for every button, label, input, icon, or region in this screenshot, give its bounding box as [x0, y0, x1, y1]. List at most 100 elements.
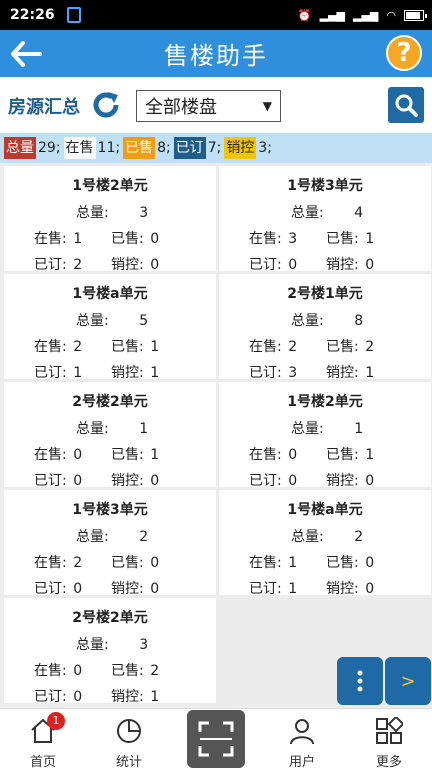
total-label: 总量:	[76, 313, 109, 329]
sold-value: 1	[150, 447, 160, 463]
unit-card[interactable]: 1号楼a单元 总量: 5 在售: 2 已售: 1 已订: 1 销控: 1	[4, 274, 216, 381]
control-label: 销控:	[326, 473, 359, 489]
booked-label: 已订:	[249, 581, 282, 597]
onsale-label: 在售:	[34, 339, 67, 355]
sold-value: 0	[150, 555, 160, 571]
onsale-value: 0	[288, 447, 298, 463]
tab-stats[interactable]: 统计	[99, 709, 159, 768]
total-label: 总量:	[76, 637, 109, 653]
onsale-value: 2	[73, 555, 83, 571]
unit-card[interactable]: 1号楼3单元 总量: 2 在售: 2 已售: 0 已订: 0 销控: 0	[4, 490, 216, 597]
search-icon[interactable]	[388, 87, 424, 123]
sold-value: 0	[150, 231, 160, 247]
sold-value: 2	[365, 339, 375, 355]
booked-value: 0	[73, 473, 83, 489]
total-label: 总量:	[291, 529, 324, 545]
app-bar: 售楼助手 ?	[0, 30, 432, 77]
booked-value: 0	[288, 257, 298, 273]
tab-home[interactable]: 首页 1	[13, 709, 73, 768]
booked-value: 3	[288, 365, 298, 381]
onsale-value: 1	[288, 555, 298, 571]
booked-value: 0	[73, 689, 83, 705]
control-label: 销控:	[111, 473, 144, 489]
user-icon	[290, 719, 314, 745]
notification-badge: 1	[47, 712, 65, 730]
refresh-icon[interactable]	[90, 89, 122, 121]
onsale-value: 2	[73, 339, 83, 355]
filter-bar: 房源汇总 全部楼盘 ▼	[0, 77, 432, 133]
onsale-value: 0	[73, 447, 83, 463]
unit-name: 1号楼2单元	[72, 178, 148, 194]
sold-value: 0	[365, 555, 375, 571]
onsale-value: 0	[73, 663, 83, 679]
control-tag: 销控	[224, 137, 257, 159]
unit-card[interactable]: 2号楼1单元 总量: 8 在售: 2 已售: 2 已订: 3 销控: 1	[219, 274, 431, 381]
page-title: 售楼助手	[164, 42, 268, 70]
status-bar: 22:26 ⏰ ▂▄▆ ▂▄▆ ◠	[0, 0, 432, 30]
sold-count: 8;	[157, 140, 171, 156]
sold-label: 已售:	[111, 555, 144, 571]
total-value: 5	[139, 313, 149, 329]
booked-label: 已订:	[249, 473, 282, 489]
sold-value: 1	[150, 339, 160, 355]
sold-label: 已售:	[326, 231, 359, 247]
help-icon[interactable]: ?	[386, 35, 422, 71]
control-label: 销控:	[111, 581, 144, 597]
unit-name: 1号楼2单元	[287, 394, 363, 410]
booked-value: 2	[73, 257, 83, 273]
control-value: 0	[365, 581, 375, 597]
control-label: 销控:	[111, 257, 144, 273]
building-select[interactable]: 全部楼盘 ▼	[136, 90, 281, 122]
control-value: 1	[150, 365, 160, 381]
scan-icon	[198, 721, 234, 757]
signal-icon-2: ▂▄▆	[353, 8, 379, 22]
booked-label: 已订:	[249, 257, 282, 273]
booked-value: 1	[288, 581, 298, 597]
tab-user[interactable]: 用户	[272, 709, 332, 768]
scan-button[interactable]	[187, 710, 245, 768]
onsale-label: 在售:	[34, 447, 67, 463]
sold-label: 已售:	[326, 339, 359, 355]
onsale-tag: 在售	[63, 137, 96, 159]
total-label: 总量:	[291, 205, 324, 221]
total-count: 29;	[38, 140, 61, 156]
onsale-label: 在售:	[34, 231, 67, 247]
booked-label: 已订:	[34, 581, 67, 597]
control-value: 1	[365, 365, 375, 381]
next-button[interactable]: >	[385, 657, 431, 705]
total-value: 8	[354, 313, 364, 329]
back-arrow-icon[interactable]	[6, 34, 46, 74]
total-label: 总量:	[291, 313, 324, 329]
onsale-label: 在售:	[34, 555, 67, 571]
building-select-value: 全部楼盘	[145, 97, 217, 118]
caret-down-icon: ▼	[262, 99, 272, 113]
booked-value: 1	[73, 365, 83, 381]
unit-card[interactable]: 1号楼2单元 总量: 1 在售: 0 已售: 1 已订: 0 销控: 0	[219, 382, 431, 489]
unit-card[interactable]: 2号楼2单元 总量: 1 在售: 0 已售: 1 已订: 0 销控: 0	[4, 382, 216, 489]
total-label: 总量:	[76, 421, 109, 437]
total-tag: 总量	[4, 137, 36, 159]
sold-label: 已售:	[111, 339, 144, 355]
tab-more[interactable]: 更多	[359, 709, 419, 768]
control-value: 0	[150, 473, 160, 489]
more-vertical-button[interactable]	[337, 657, 383, 705]
more-vertical-icon	[357, 670, 363, 692]
unit-name: 1号楼a单元	[72, 286, 148, 302]
control-label: 销控:	[111, 689, 144, 705]
control-count: 3;	[258, 140, 272, 156]
unit-card[interactable]: 1号楼3单元 总量: 4 在售: 3 已售: 1 已订: 0 销控: 0	[219, 166, 431, 273]
unit-card[interactable]: 2号楼2单元 总量: 3 在售: 0 已售: 2 已订: 0 销控: 1	[4, 598, 216, 705]
onsale-label: 在售:	[249, 555, 282, 571]
unit-card[interactable]: 1号楼a单元 总量: 2 在售: 1 已售: 0 已订: 1 销控: 0	[219, 490, 431, 597]
summary-label: 房源汇总	[8, 97, 80, 118]
pie-chart-icon	[117, 719, 141, 743]
onsale-label: 在售:	[249, 231, 282, 247]
status-time: 22:26	[10, 7, 55, 23]
unit-card[interactable]: 1号楼2单元 总量: 3 在售: 1 已售: 0 已订: 2 销控: 0	[4, 166, 216, 273]
control-value: 0	[150, 581, 160, 597]
unit-name: 2号楼1单元	[287, 286, 363, 302]
sold-tag: 已售	[123, 137, 156, 159]
sold-label: 已售:	[111, 231, 144, 247]
tab-stats-label: 统计	[115, 755, 142, 768]
total-value: 3	[139, 637, 149, 653]
